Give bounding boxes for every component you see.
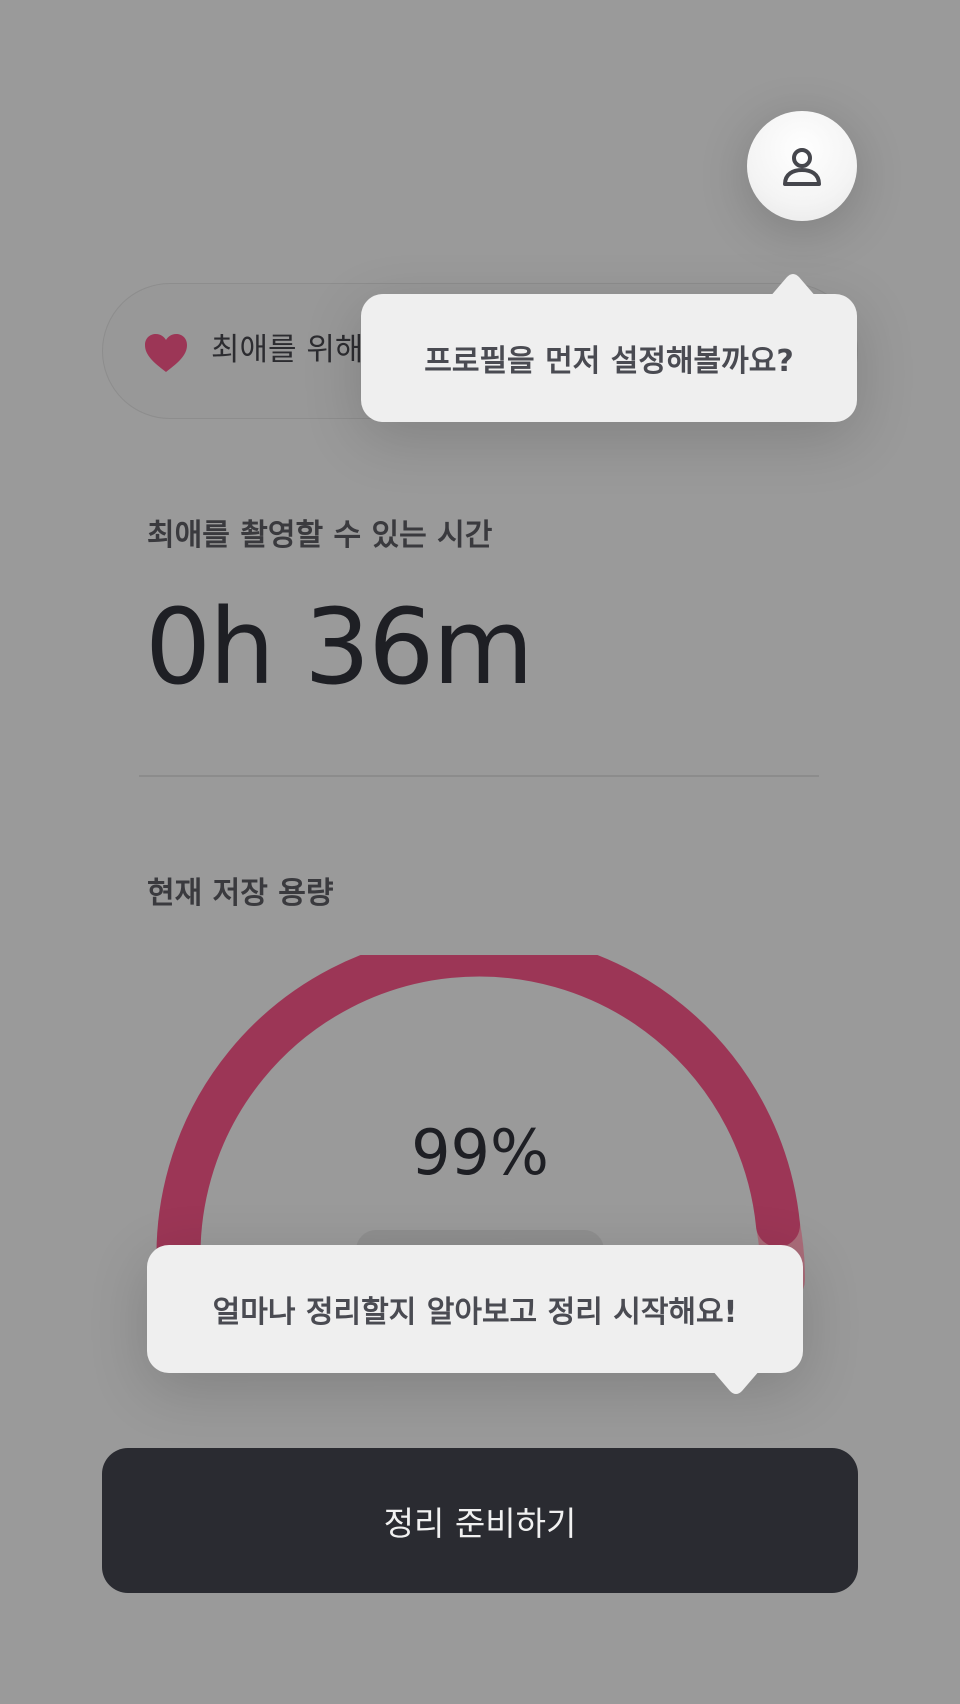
profile-tooltip[interactable]: 프로필을 먼저 설정해볼까요? — [361, 274, 857, 422]
recording-time-value: 0h 36m — [145, 586, 534, 708]
cleanup-tooltip[interactable]: 얼마나 정리할지 알아보고 정리 시작해요! — [147, 1245, 803, 1394]
heart-icon — [145, 334, 187, 372]
screen: 최애를 위해 프로필을 먼저 설정해볼까요? 최애를 촬영할 수 있는 시간 0… — [0, 0, 960, 1704]
favorite-pill-text: 최애를 위해 — [211, 332, 364, 368]
cleanup-tooltip-text: 얼마나 정리할지 알아보고 정리 시작해요! — [212, 1295, 738, 1330]
user-icon — [783, 148, 821, 186]
storage-percent: 99% — [411, 1116, 549, 1189]
divider — [139, 775, 819, 777]
profile-tooltip-text: 프로필을 먼저 설정해볼까요? — [424, 344, 794, 379]
recording-time-label: 최애를 촬영할 수 있는 시간 — [147, 518, 493, 553]
storage-label: 현재 저장 용량 — [147, 876, 334, 911]
prepare-cleanup-button[interactable]: 정리 준비하기 — [102, 1448, 858, 1593]
profile-button[interactable] — [747, 111, 857, 221]
tooltip-tail — [712, 1370, 760, 1394]
tooltip-tail — [769, 274, 817, 298]
